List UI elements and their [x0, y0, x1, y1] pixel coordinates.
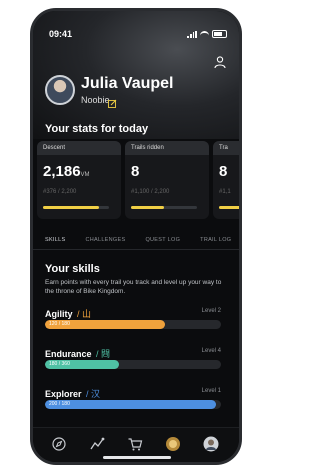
skill-level: Level 4 — [201, 348, 221, 354]
wifi-icon — [200, 30, 209, 38]
nav-badge[interactable] — [165, 436, 181, 452]
stat-progress-bar — [219, 206, 239, 209]
user-name: Julia Vaupel — [81, 75, 174, 92]
stat-card-value: 8 — [213, 155, 239, 180]
stat-progress-track — [43, 206, 109, 209]
stat-card-label: Trails ridden — [125, 141, 209, 155]
skill-name: Explorer — [45, 389, 82, 399]
stat-card-sub: #1,1 — [219, 189, 231, 195]
status-icons — [187, 30, 227, 38]
signal-icon — [187, 30, 197, 38]
compass-icon — [52, 437, 66, 451]
user-icon — [214, 56, 226, 69]
stat-card-value: 2,186VM — [37, 155, 121, 180]
skill-name: Endurance — [45, 349, 92, 359]
nav-profile[interactable] — [203, 436, 219, 452]
edit-icon[interactable] — [108, 95, 117, 108]
skill-progress-track: 120 / 180 — [45, 320, 221, 329]
skill-glyph: / 汉 — [86, 389, 101, 399]
battery-icon — [212, 30, 227, 38]
avatar-icon — [203, 436, 219, 452]
tab-challenges[interactable]: CHALLENGES — [65, 231, 125, 249]
skill-agility[interactable]: Agility / 山 Level 2 120 / 180 — [45, 307, 221, 341]
nav-compass[interactable] — [51, 436, 67, 452]
skill-progress-bar: 120 / 180 — [45, 320, 165, 329]
skill-progress-track: 200 / 180 — [45, 400, 221, 409]
stat-value-number: 8 — [131, 163, 140, 180]
skill-explorer[interactable]: Explorer / 汉 Level 1 200 / 180 — [45, 387, 221, 421]
stat-progress-track — [219, 206, 239, 209]
stat-card-label: Descent — [37, 141, 121, 155]
skill-label: Endurance / 閰 — [45, 347, 110, 360]
route-icon — [90, 437, 105, 450]
tab-bar: SKILLS CHALLENGES QUEST LOG TRAIL LOG — [33, 231, 239, 250]
skill-level: Level 2 — [201, 308, 221, 314]
stat-value-number: 2,186 — [43, 163, 81, 180]
stat-card-partial[interactable]: Tra 8 #1,1 — [213, 141, 239, 219]
skill-label: Agility / 山 — [45, 307, 91, 320]
skill-progress-track: 180 / 360 — [45, 360, 221, 369]
stat-value-number: 8 — [219, 163, 228, 180]
bottom-nav — [33, 427, 239, 462]
stat-card-descent[interactable]: Descent 2,186VM #376 / 2,200 — [37, 141, 121, 219]
tab-quest-log[interactable]: QUEST LOG — [125, 231, 180, 249]
stat-progress-bar — [43, 206, 100, 209]
stat-card-sub: #376 / 2,200 — [43, 189, 77, 195]
phone-frame: 09:41 Julia Vaupel Noobie Your stats for… — [30, 8, 242, 465]
skills-title: Your skills — [45, 263, 100, 275]
user-rank: Noobie — [81, 95, 110, 105]
stat-card-value: 8 — [125, 155, 209, 180]
status-time: 09:41 — [49, 29, 73, 39]
nav-shop[interactable] — [127, 436, 143, 452]
cart-icon — [128, 438, 143, 451]
avatar[interactable] — [45, 75, 75, 105]
stat-card-sub: #1,100 / 2,200 — [131, 189, 170, 195]
profile-button[interactable] — [213, 55, 227, 69]
skill-progress-bar: 180 / 360 — [45, 360, 119, 369]
skill-name: Agility — [45, 309, 73, 319]
stats-title: Your stats for today — [45, 123, 149, 135]
home-indicator — [103, 456, 171, 459]
stat-value-unit: VM — [80, 172, 90, 178]
skill-endurance[interactable]: Endurance / 閰 Level 4 180 / 360 — [45, 347, 221, 381]
tab-skills[interactable]: SKILLS — [33, 231, 65, 249]
skill-label: Explorer / 汉 — [45, 387, 100, 400]
stat-card-trails[interactable]: Trails ridden 8 #1,100 / 2,200 — [125, 141, 209, 219]
skills-description: Earn points with every trail you track a… — [45, 279, 222, 295]
stat-progress-bar — [131, 206, 164, 209]
badge-icon — [166, 437, 180, 451]
skill-glyph: / 山 — [77, 309, 92, 319]
status-bar: 09:41 — [49, 29, 227, 41]
tab-trail-log[interactable]: TRAIL LOG — [180, 231, 231, 249]
skill-level: Level 1 — [201, 388, 221, 394]
skill-glyph: / 閰 — [96, 349, 111, 359]
skill-progress-bar: 200 / 180 — [45, 400, 216, 409]
stat-card-label: Tra — [213, 141, 239, 155]
nav-route[interactable] — [89, 436, 105, 452]
stat-progress-track — [131, 206, 197, 209]
